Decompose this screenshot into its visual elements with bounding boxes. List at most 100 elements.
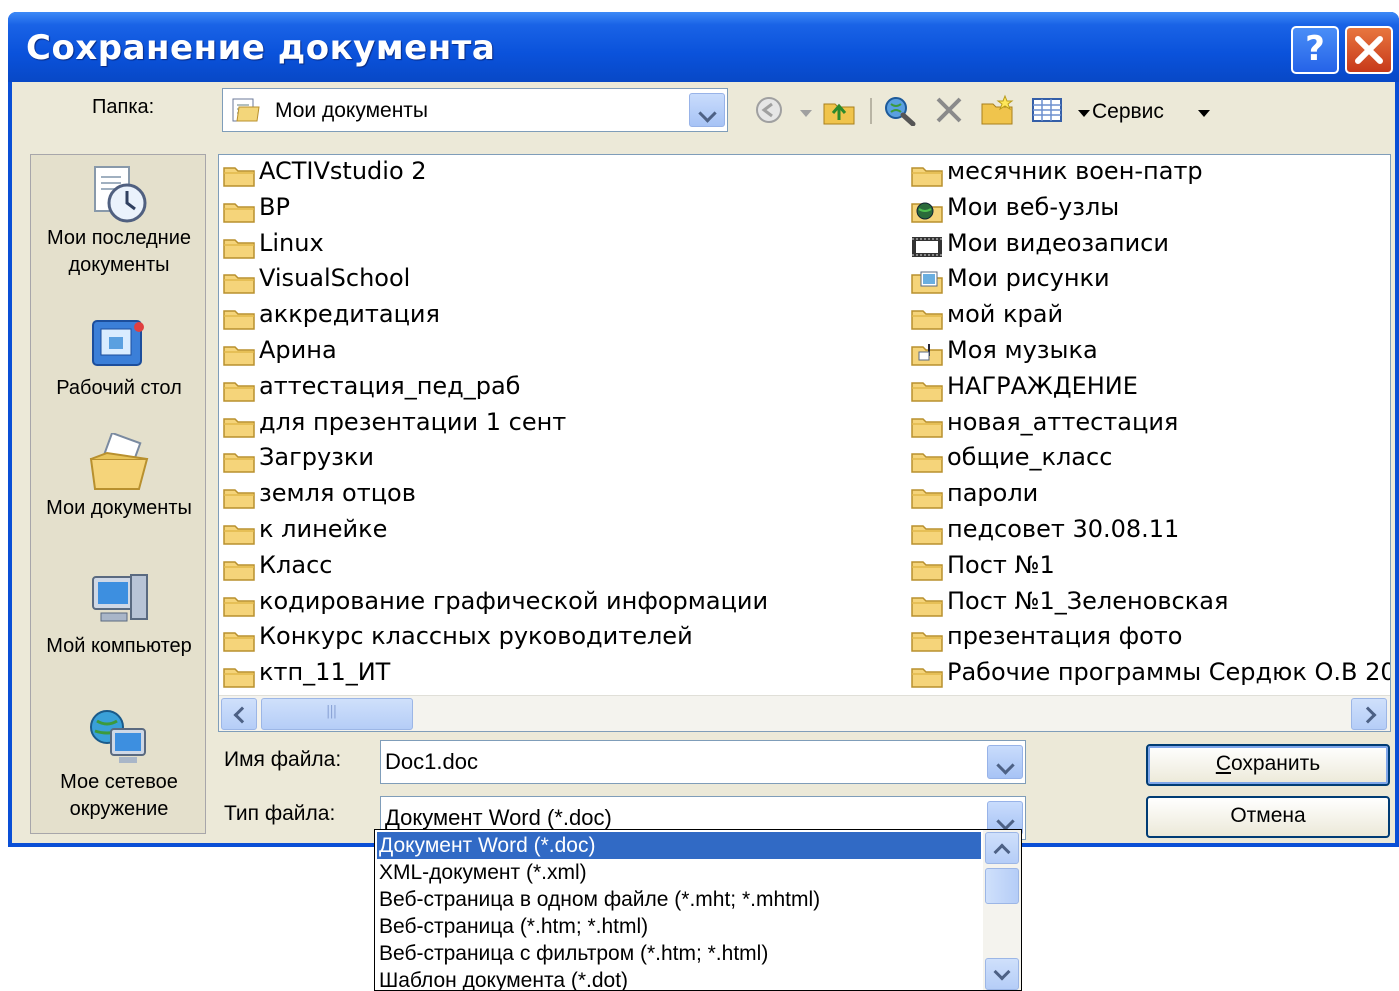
place-network[interactable]: Мое сетевое окружение xyxy=(31,707,207,823)
file-name: месячник воен-патр xyxy=(947,157,1203,185)
scroll-thumb[interactable] xyxy=(261,698,413,730)
folder-icon xyxy=(911,417,943,438)
file-name: кодирование графической информации xyxy=(259,586,769,615)
folder-icon xyxy=(911,596,943,617)
filetype-option[interactable]: Веб-страница в одном файле (*.mht; *.mht… xyxy=(377,886,981,913)
my-documents-icon xyxy=(232,98,260,122)
folder-icon xyxy=(911,310,943,330)
filetype-option[interactable]: Веб-страница с фильтром (*.htm; *.html) xyxy=(377,940,981,967)
filetype-option[interactable]: Документ Word (*.doc) xyxy=(377,832,981,859)
title-bar[interactable]: Сохранение документа ? xyxy=(8,12,1399,82)
toolbar-separator xyxy=(870,98,872,124)
file-name: Загрузки xyxy=(259,443,374,472)
cancel-button[interactable]: Отмена xyxy=(1146,796,1390,838)
file-name: мой край xyxy=(947,300,1064,329)
dropdown-scrollbar[interactable] xyxy=(983,830,1021,990)
folder-select[interactable]: Мои документы xyxy=(222,88,728,132)
service-menu[interactable]: Сервис xyxy=(1092,100,1164,124)
views-dropdown-icon[interactable] xyxy=(1078,110,1090,117)
music-folder-icon xyxy=(911,344,943,366)
web-search-icon[interactable] xyxy=(882,94,916,126)
place-label: Мой компьютер xyxy=(46,635,192,657)
folder-icon xyxy=(223,632,255,653)
web-folder-icon xyxy=(911,202,943,223)
horizontal-scrollbar[interactable] xyxy=(219,695,1390,731)
file-name: Linux xyxy=(259,228,324,257)
file-name: общие_класс xyxy=(947,443,1113,472)
service-dropdown-icon[interactable] xyxy=(1198,110,1210,117)
filename-input[interactable]: Doc1.doc xyxy=(380,740,1026,784)
save-button[interactable]: Сохранить xyxy=(1146,744,1390,786)
folder-icon xyxy=(911,453,943,474)
folder-dropdown-button[interactable] xyxy=(689,93,725,127)
place-label: Мои документы xyxy=(46,497,192,519)
save-button-label: охранить xyxy=(1230,752,1321,775)
scroll-right-button[interactable] xyxy=(1351,698,1387,730)
filetype-option[interactable]: Веб-страница (*.htm; *.html) xyxy=(377,913,981,940)
save-dialog-window: Сохранение документа ? Папка: Мои докуме… xyxy=(8,12,1399,847)
filetype-option[interactable]: Шаблон документа (*.dot) xyxy=(377,967,981,990)
place-label: Мои последние документы xyxy=(46,227,192,276)
help-button[interactable]: ? xyxy=(1291,26,1339,74)
folder-icon xyxy=(223,668,255,688)
file-name: ACTIVstudio 2 xyxy=(259,157,427,185)
place-my-computer[interactable]: Мой компьютер xyxy=(31,571,207,660)
place-recent-documents[interactable]: Мои последние документы xyxy=(31,163,207,279)
my-documents-icon xyxy=(89,433,149,490)
folder-icon xyxy=(223,489,255,509)
filename-value: Doc1.doc xyxy=(385,749,478,774)
filetype-option[interactable]: XML-документ (*.xml) xyxy=(377,859,981,886)
folder-icon xyxy=(223,453,255,474)
folder-icon xyxy=(223,382,255,402)
file-name: презентация фото xyxy=(947,622,1183,651)
folder-icon xyxy=(223,417,255,438)
file-name: Пост №1 xyxy=(947,550,1055,579)
close-icon xyxy=(1355,36,1383,64)
place-desktop[interactable]: Рабочий стол xyxy=(31,313,207,402)
desktop-icon xyxy=(92,320,144,366)
file-name: аттестация_пед_раб xyxy=(259,371,521,400)
place-label: Мое сетевое окружение xyxy=(60,771,178,820)
my-computer-icon xyxy=(92,574,148,622)
pictures-folder-icon xyxy=(911,271,943,295)
folder-icon xyxy=(911,561,943,581)
close-button[interactable] xyxy=(1345,26,1393,74)
folder-icon xyxy=(223,238,255,259)
file-name: новая_аттестация xyxy=(947,407,1179,436)
file-name: НАГРАЖДЕНИЕ xyxy=(947,371,1138,400)
new-folder-icon[interactable] xyxy=(980,94,1014,126)
file-name: Рабочие программы Сердюк О.В 20 xyxy=(947,658,1391,687)
file-name: Мои рисунки xyxy=(947,264,1110,293)
folder-icon xyxy=(223,310,255,330)
up-folder-icon[interactable] xyxy=(822,94,856,126)
file-name: Класс xyxy=(259,550,333,579)
folder-icon xyxy=(223,561,255,581)
file-name: земля отцов xyxy=(259,479,416,508)
folder-icon xyxy=(223,167,255,187)
place-my-documents[interactable]: Мои документы xyxy=(31,433,207,522)
folder-label: Папка: xyxy=(92,96,155,118)
folder-icon xyxy=(223,346,255,366)
file-name: VisualSchool xyxy=(259,264,411,293)
filename-dropdown-button[interactable] xyxy=(987,745,1023,779)
folder-icon xyxy=(223,525,255,545)
file-list[interactable]: ACTIVstudio 2 BP Linux VisualSchool аккредит… xyxy=(218,154,1391,732)
file-name: для презентации 1 сент xyxy=(259,407,567,436)
delete-icon[interactable] xyxy=(932,94,966,126)
back-dropdown-icon[interactable] xyxy=(800,110,812,117)
places-bar: Мои последние документы Рабочий стол Мои… xyxy=(30,154,206,834)
folder-icon xyxy=(911,632,943,653)
dropdown-scroll-thumb[interactable] xyxy=(985,868,1019,904)
file-name: пароли xyxy=(947,479,1039,508)
back-icon[interactable] xyxy=(752,94,786,126)
filetype-dropdown-list[interactable]: Документ Word (*.doc) XML-документ (*.xm… xyxy=(374,829,1022,991)
save-button-accesskey: С xyxy=(1215,752,1231,775)
video-folder-icon xyxy=(912,236,942,257)
views-icon[interactable] xyxy=(1030,94,1064,126)
file-name: Конкурс классных руководителей xyxy=(259,622,693,651)
folder-icon xyxy=(223,203,255,223)
dropdown-scroll-down-button[interactable] xyxy=(985,958,1019,990)
scroll-left-button[interactable] xyxy=(221,698,257,730)
recent-documents-icon xyxy=(94,166,147,223)
dropdown-scroll-up-button[interactable] xyxy=(985,832,1019,864)
